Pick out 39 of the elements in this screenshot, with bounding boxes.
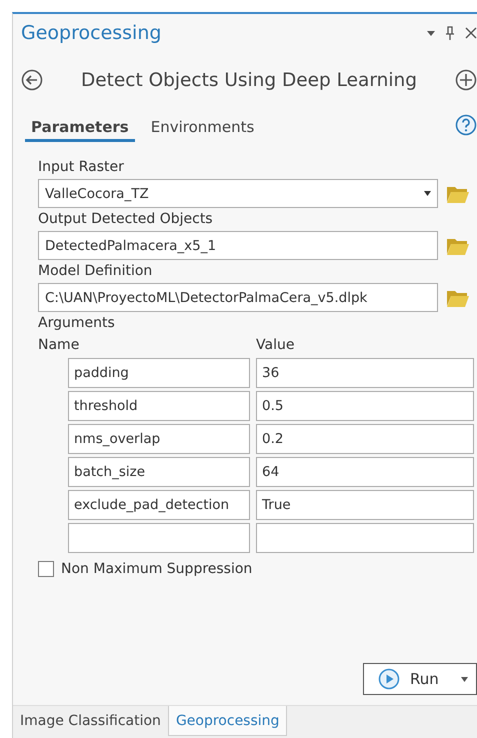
add-icon[interactable] bbox=[455, 69, 477, 91]
input-field[interactable]: DetectedPalmacera_x5_1 bbox=[38, 231, 438, 260]
dropdown-icon[interactable] bbox=[427, 30, 435, 36]
value-cell[interactable]: 36 bbox=[256, 358, 474, 388]
name-cell[interactable]: exclude_pad_detection bbox=[68, 490, 250, 520]
help-icon[interactable] bbox=[455, 114, 477, 136]
tab[interactable]: Parameters bbox=[25, 117, 135, 142]
field-label: Input Raster bbox=[38, 159, 125, 177]
checkbox[interactable] bbox=[38, 561, 54, 577]
bottom-tab[interactable]: Image Classification bbox=[13, 706, 168, 736]
value-cell[interactable]: 0.5 bbox=[256, 391, 474, 421]
value-cell[interactable]: 0.2 bbox=[256, 424, 474, 454]
value-cell[interactable]: True bbox=[256, 490, 474, 520]
pin-icon[interactable] bbox=[445, 26, 455, 40]
name-cell[interactable]: padding bbox=[68, 358, 250, 388]
name-cell[interactable] bbox=[68, 523, 250, 553]
field-label: Model Definition bbox=[38, 263, 154, 281]
field-label: Output Detected Objects bbox=[38, 211, 214, 229]
input-field[interactable]: C:\UAN\ProyectoML\DetectorPalmaCera_v5.dlpk bbox=[38, 283, 438, 312]
back-icon[interactable] bbox=[21, 69, 43, 91]
name-cell[interactable]: batch_size bbox=[68, 457, 250, 487]
value-cell[interactable]: 64 bbox=[256, 457, 474, 487]
run-button[interactable]: Run bbox=[363, 663, 477, 695]
checkbox-label: Non Maximum Suppression bbox=[61, 561, 252, 577]
caret-icon[interactable] bbox=[424, 191, 431, 196]
pane-title: Geoprocessing bbox=[21, 22, 162, 44]
play-icon bbox=[378, 668, 400, 690]
tab[interactable]: Environments bbox=[144, 117, 260, 142]
name-cell[interactable]: threshold bbox=[68, 391, 250, 421]
column-header: Name bbox=[38, 337, 80, 355]
bottom-tab[interactable]: Geoprocessing bbox=[168, 706, 288, 736]
section-label: Arguments bbox=[38, 315, 116, 333]
tool-title: Detect Objects Using Deep Learning bbox=[80, 70, 418, 90]
column-header: Value bbox=[256, 337, 296, 355]
caret-icon[interactable] bbox=[461, 676, 468, 682]
dropdown-field[interactable]: ValleCocora_TZ bbox=[38, 179, 438, 208]
close-icon[interactable] bbox=[465, 27, 477, 39]
name-cell[interactable]: nms_overlap bbox=[68, 424, 250, 454]
value-cell[interactable] bbox=[256, 523, 474, 553]
